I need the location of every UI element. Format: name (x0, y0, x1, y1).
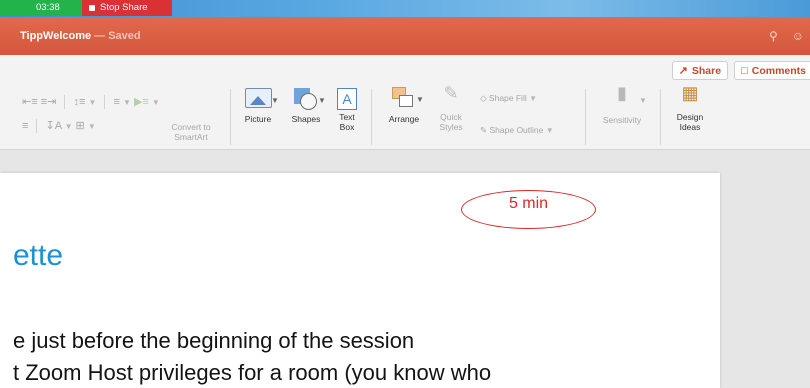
divider (585, 89, 586, 145)
quick-styles-button[interactable]: ✎ Quick Styles (435, 83, 467, 132)
shape-outline-label: Shape Outline (489, 125, 544, 135)
shapes-icon (294, 88, 318, 110)
share-label: Share (691, 64, 722, 77)
arrange-label: Arrange (388, 114, 420, 124)
shape-fill-button[interactable]: ◇ Shape Fill ▼ (480, 93, 537, 104)
stop-share-label: Stop Share (100, 2, 148, 13)
divider (660, 89, 661, 145)
quick-styles-icon: ✎ (443, 83, 459, 103)
shape-fill-label: Shape Fill (488, 93, 527, 103)
share-button[interactable]: ↗ Share (671, 61, 729, 80)
slide-body-line[interactable]: t Zoom Host privileges for a room (you k… (13, 360, 491, 386)
arrange-icon (392, 87, 416, 109)
text-box-label-2: Box (339, 122, 355, 132)
share-comments-row: ↗ Share □ Comments (671, 61, 810, 80)
sensitivity-button[interactable]: ▮ ▼ Sensitivity (595, 83, 649, 125)
comment-icon: □ (741, 64, 748, 77)
text-box-label-1: Text (339, 112, 355, 122)
stop-share-button[interactable]: Stop Share (82, 0, 172, 16)
text-box-icon: A (337, 88, 357, 110)
timer-annotation-text: 5 min (508, 195, 549, 212)
design-ideas-label-1: Design (676, 112, 704, 122)
convert-label-2: SmartArt (174, 132, 208, 142)
sensitivity-label: Sensitivity (602, 115, 642, 125)
design-ideas-label-2: Ideas (679, 122, 701, 132)
divider (64, 95, 66, 110)
divider (104, 95, 106, 110)
titlebar-actions: ⚲ ☺ (769, 29, 804, 43)
smiley-icon[interactable]: ☺ (792, 29, 804, 43)
share-icon: ↗ (678, 65, 688, 77)
zoom-share-bar: 03:38 Stop Share (0, 0, 810, 17)
paragraph-row-2: ≡ ↧A ▼ ⊞ ▼ (22, 119, 96, 134)
slide-editor-pane: 5 min ette e just before the beginning o… (0, 150, 810, 388)
shapes-button[interactable]: ▼ Shapes (287, 88, 326, 124)
increase-indent-icon[interactable]: ≡⇥ (41, 96, 57, 108)
window-titlebar: TippWelcome — Saved ⚲ ☺ (0, 17, 810, 55)
shape-fill-icon: ◇ (480, 93, 487, 103)
align-icon[interactable]: ≡ (22, 120, 28, 132)
quick-styles-label-1: Quick (440, 112, 462, 122)
divider (230, 89, 231, 145)
arrange-button[interactable]: ▼ Arrange (382, 87, 426, 124)
shape-outline-button[interactable]: ✎ Shape Outline ▼ (480, 125, 554, 136)
stop-icon (89, 5, 95, 11)
picture-button[interactable]: ▼ Picture (240, 88, 279, 124)
smartart-arrow-icon[interactable]: ▶≡ ▼ (134, 96, 160, 108)
slide-title[interactable]: ette (13, 239, 63, 273)
align-text-icon[interactable]: ⊞ ▼ (76, 120, 96, 132)
document-name: TippWelcome (20, 30, 92, 42)
design-ideas-icon: ▦ (681, 83, 699, 103)
document-title: TippWelcome — Saved (20, 30, 141, 42)
picture-icon (244, 88, 272, 108)
bullet-list-icon[interactable]: ≡ ▼ (114, 96, 131, 108)
divider (36, 119, 38, 134)
shapes-label: Shapes (291, 114, 321, 124)
design-ideas-button[interactable]: ▦ Design Ideas (670, 83, 710, 132)
picture-label: Picture (244, 114, 272, 124)
slide-canvas[interactable]: 5 min ette e just before the beginning o… (0, 173, 720, 388)
decrease-indent-icon[interactable]: ⇤≡ (22, 96, 38, 108)
sensitivity-icon: ▮ (617, 83, 627, 103)
timer-annotation[interactable]: 5 min (461, 190, 596, 229)
divider (371, 89, 372, 145)
convert-label-1: Convert to (171, 122, 211, 132)
save-status: — Saved (91, 30, 141, 42)
slide-body-line[interactable]: e just before the beginning of the sessi… (13, 328, 414, 354)
paragraph-row-1: ⇤≡ ≡⇥ ↕≡ ▼ ≡ ▼ ▶≡ ▼ (22, 95, 160, 110)
text-box-button[interactable]: A Text Box (333, 88, 361, 132)
ribbon-toolbar: ↗ Share □ Comments ⇤≡ ≡⇥ ↕≡ ▼ ≡ ▼ ▶≡ ▼ ≡… (0, 55, 810, 150)
comments-label: Comments (751, 64, 806, 77)
shape-outline-icon: ✎ (480, 125, 488, 135)
convert-smartart-button[interactable]: Convert to SmartArt (160, 122, 222, 142)
text-direction-icon[interactable]: ↧A ▼ (46, 120, 73, 132)
zoom-share-controls: 03:38 Stop Share (0, 0, 172, 16)
search-icon[interactable]: ⚲ (769, 29, 778, 43)
line-spacing-icon[interactable]: ↕≡ ▼ (73, 96, 96, 108)
comments-button[interactable]: □ Comments (734, 61, 810, 80)
share-timer: 03:38 (0, 0, 82, 16)
quick-styles-label-2: Styles (439, 122, 463, 132)
